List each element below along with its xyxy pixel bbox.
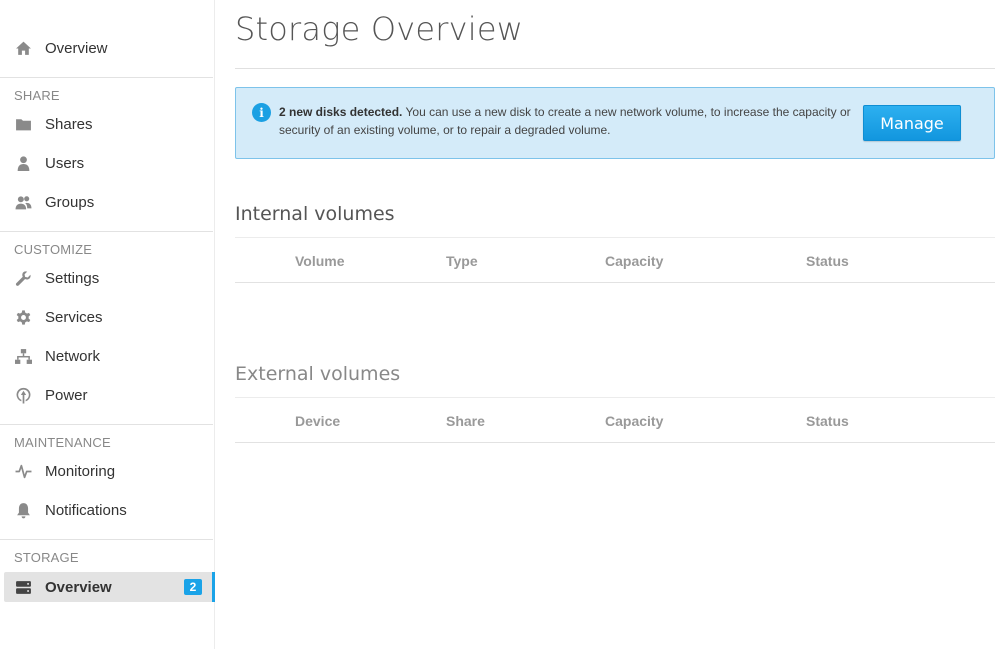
sidebar-item-label: Shares [45, 116, 93, 133]
external-volumes-header: Device Share Capacity Status [235, 397, 995, 443]
sidebar-item-monitoring[interactable]: Monitoring [0, 452, 213, 491]
user-icon [14, 155, 32, 173]
sidebar-item-services[interactable]: Services [0, 298, 213, 337]
wrench-icon [14, 270, 32, 288]
sidebar-item-label: Monitoring [45, 463, 116, 480]
new-disks-badge: 2 [184, 579, 202, 595]
internal-volumes-header: Volume Type Capacity Status [235, 237, 995, 283]
manage-button[interactable]: Manage [863, 105, 961, 141]
gear-icon [14, 309, 32, 327]
drive-icon [14, 578, 32, 596]
page-title: Storage Overview [235, 10, 524, 48]
alert-message: 2 new disks detected. You can use a new … [279, 103, 854, 139]
sidebar-item-label: Users [45, 155, 85, 172]
section-title-maintenance: MAINTENANCE [14, 435, 111, 450]
network-icon [14, 348, 32, 366]
sidebar-item-overview[interactable]: Overview [0, 29, 213, 68]
sidebar-item-shares[interactable]: Shares [0, 105, 213, 144]
sidebar-item-storage-overview[interactable]: Overview 2 [4, 572, 215, 602]
column-header-capacity[interactable]: Capacity [605, 253, 663, 269]
sidebar-item-label: Network [45, 348, 101, 365]
new-disks-alert: i 2 new disks detected. You can use a ne… [235, 87, 995, 159]
bell-icon [14, 502, 32, 520]
info-icon: i [252, 103, 271, 122]
alert-bold-text: 2 new disks detected. [279, 105, 403, 119]
sidebar-item-users[interactable]: Users [0, 144, 213, 183]
sidebar-item-label: Overview [45, 578, 112, 596]
sidebar-item-label: Services [45, 309, 103, 326]
power-icon [14, 387, 32, 405]
sidebar-item-groups[interactable]: Groups [0, 183, 213, 222]
section-title-storage: STORAGE [14, 550, 79, 565]
sidebar-item-notifications[interactable]: Notifications [0, 491, 213, 530]
section-title-customize: CUSTOMIZE [14, 242, 93, 257]
column-header-status[interactable]: Status [806, 253, 849, 269]
users-icon [14, 194, 32, 212]
column-header-type[interactable]: Type [446, 253, 478, 269]
sidebar-item-label: Power [45, 387, 88, 404]
sidebar-item-power[interactable]: Power [0, 376, 213, 415]
home-icon [14, 40, 32, 58]
sidebar-item-label: Overview [45, 40, 108, 57]
column-header-capacity[interactable]: Capacity [605, 413, 663, 429]
internal-volumes-title: Internal volumes [235, 203, 395, 225]
sidebar: Overview SHARE Shares Users Groups CUSTO… [0, 0, 215, 649]
column-header-share[interactable]: Share [446, 413, 485, 429]
sidebar-item-label: Notifications [45, 502, 127, 519]
sidebar-item-network[interactable]: Network [0, 337, 213, 376]
external-volumes-title: External volumes [235, 363, 401, 385]
column-header-status[interactable]: Status [806, 413, 849, 429]
sidebar-item-label: Groups [45, 194, 95, 211]
column-header-device[interactable]: Device [295, 413, 340, 429]
pulse-icon [14, 463, 32, 481]
section-title-share: SHARE [14, 88, 60, 103]
divider [235, 68, 995, 69]
main-content: Storage Overview i 2 new disks detected.… [235, 0, 995, 443]
folder-icon [14, 116, 32, 134]
column-header-volume[interactable]: Volume [295, 253, 345, 269]
sidebar-item-label: Settings [45, 270, 100, 287]
sidebar-item-settings[interactable]: Settings [0, 259, 213, 298]
